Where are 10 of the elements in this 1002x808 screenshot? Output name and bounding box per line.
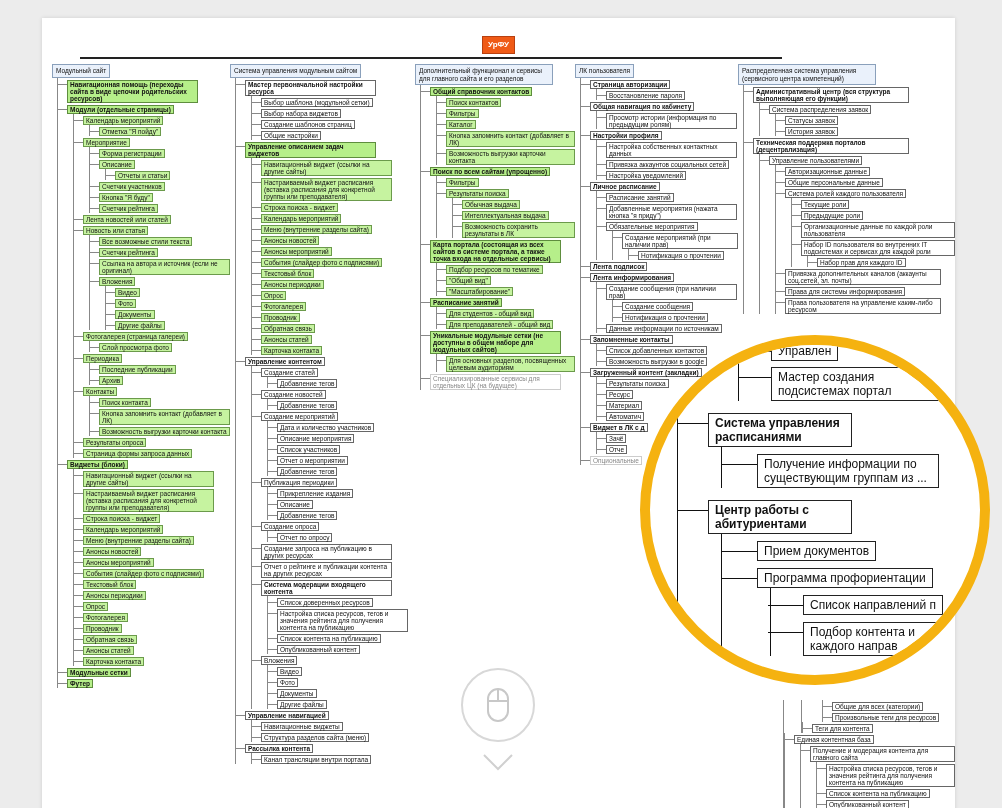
- topic-node: Получение информации по существующим группам из ...: [757, 454, 939, 488]
- topic-node: Управлен: [771, 345, 839, 361]
- root-node: УрФУ: [481, 36, 516, 54]
- topic-node: Прием документов: [757, 541, 877, 561]
- mouse-icon: [460, 667, 536, 743]
- topic-node: Система управления расписаниями: [708, 413, 852, 447]
- topic-node: Программа профориентации: [757, 568, 933, 588]
- chevron-down-icon: [482, 752, 514, 772]
- topic-node: Центр работы с абитуриентами: [708, 500, 852, 534]
- topic-node: Список направлений п: [803, 595, 944, 615]
